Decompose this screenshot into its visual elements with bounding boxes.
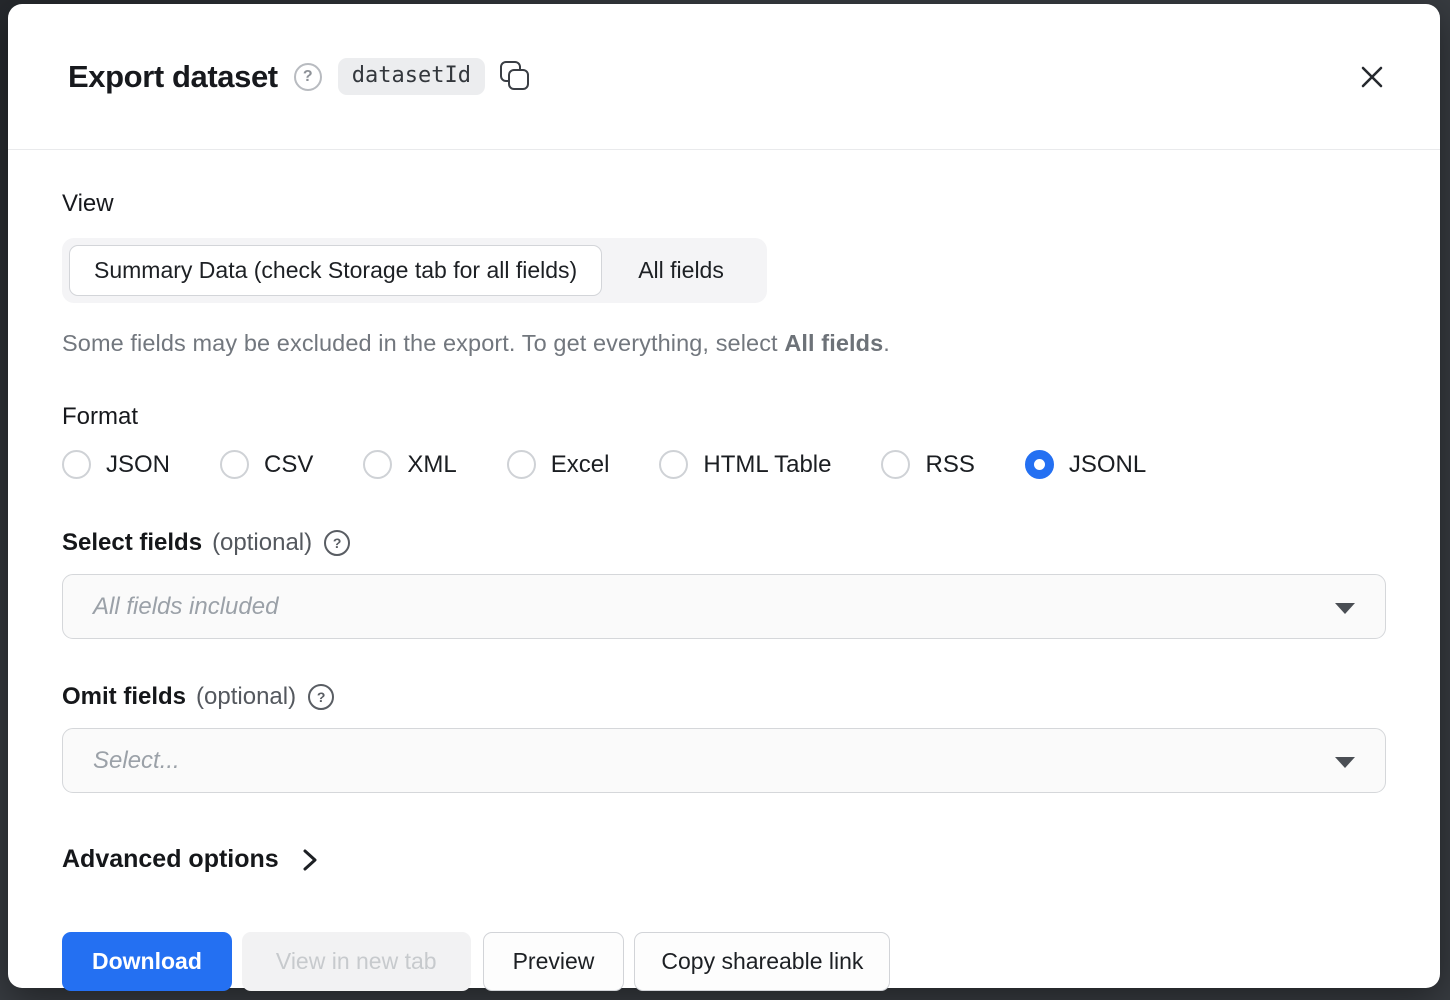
chevron-right-icon (299, 847, 321, 873)
modal-body: View Summary Data (check Storage tab for… (8, 150, 1440, 991)
view-option-summary-data[interactable]: Summary Data (check Storage tab for all … (69, 245, 602, 296)
export-dataset-modal: Export dataset datasetId View Summary Da… (8, 4, 1440, 988)
view-option-all-fields[interactable]: All fields (602, 245, 760, 296)
radio-icon (363, 450, 392, 479)
copy-icon[interactable] (497, 59, 533, 95)
view-label: View (62, 190, 1386, 218)
format-radio-xml[interactable]: XML (363, 450, 456, 479)
advanced-options-toggle[interactable]: Advanced options (62, 845, 321, 874)
select-fields-head: Select fields (optional) (62, 529, 1386, 557)
format-radio-jsonl[interactable]: JSONL (1025, 450, 1146, 479)
radio-icon (62, 450, 91, 479)
format-radio-csv[interactable]: CSV (220, 450, 313, 479)
select-fields-label: Select fields (62, 529, 202, 557)
radio-icon (507, 450, 536, 479)
omit-fields-head: Omit fields (optional) (62, 683, 1386, 711)
help-icon[interactable] (308, 684, 334, 710)
chevron-down-icon (1335, 757, 1355, 768)
radio-selected-icon (1025, 450, 1054, 479)
close-icon[interactable] (1352, 57, 1392, 97)
format-radio-excel[interactable]: Excel (507, 450, 610, 479)
action-buttons: Download View in new tab Preview Copy sh… (62, 932, 1386, 991)
omit-fields-label: Omit fields (62, 683, 186, 711)
format-radio-group: JSON CSV XML Excel HTML Table RSS (62, 450, 1386, 479)
dataset-id-badge: datasetId (338, 58, 485, 95)
select-fields-dropdown[interactable]: All fields included (62, 574, 1386, 639)
modal-header: Export dataset datasetId (8, 4, 1440, 150)
format-label: Format (62, 403, 1386, 431)
omit-fields-dropdown[interactable]: Select... (62, 728, 1386, 793)
download-button[interactable]: Download (62, 932, 232, 991)
select-fields-optional: (optional) (212, 529, 312, 557)
format-radio-rss[interactable]: RSS (881, 450, 974, 479)
help-icon[interactable] (324, 530, 350, 556)
copy-shareable-link-button[interactable]: Copy shareable link (634, 932, 890, 991)
chevron-down-icon (1335, 603, 1355, 614)
radio-icon (659, 450, 688, 479)
view-segmented-control: Summary Data (check Storage tab for all … (62, 238, 767, 303)
radio-icon (220, 450, 249, 479)
format-radio-html-table[interactable]: HTML Table (659, 450, 831, 479)
radio-icon (881, 450, 910, 479)
select-fields-placeholder: All fields included (93, 593, 278, 621)
view-in-new-tab-button[interactable]: View in new tab (242, 932, 471, 991)
modal-title: Export dataset (68, 59, 278, 95)
export-helper-text: Some fields may be excluded in the expor… (62, 330, 1386, 357)
omit-fields-placeholder: Select... (93, 747, 180, 775)
help-icon[interactable] (294, 63, 322, 91)
omit-fields-optional: (optional) (196, 683, 296, 711)
preview-button[interactable]: Preview (483, 932, 625, 991)
format-radio-json[interactable]: JSON (62, 450, 170, 479)
